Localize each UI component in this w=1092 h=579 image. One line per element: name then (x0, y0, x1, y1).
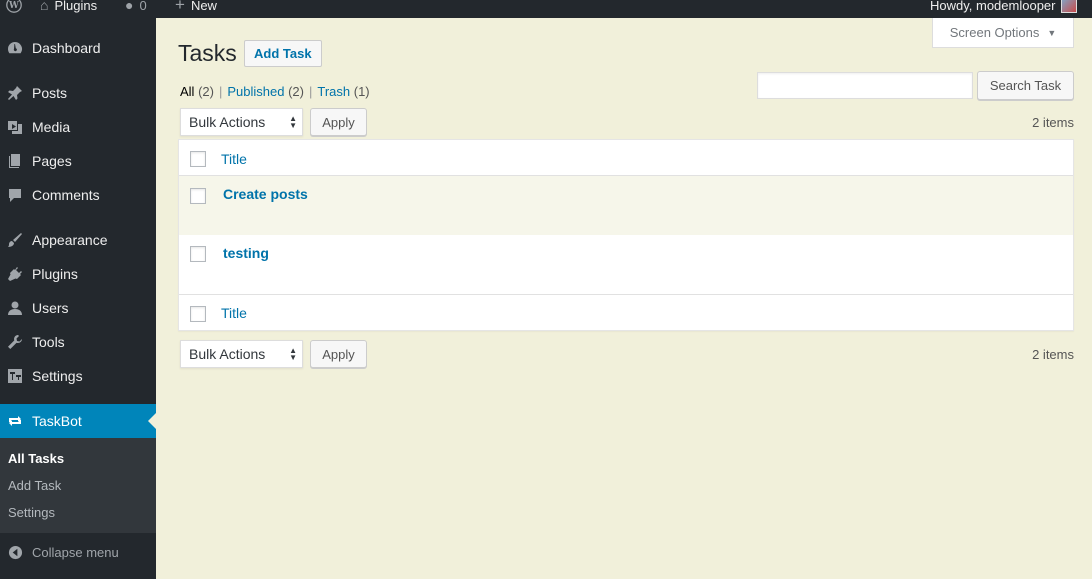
adminbar-comments-count: 0 (139, 0, 147, 13)
sidebar-item-posts[interactable]: Posts (0, 76, 156, 110)
collapse-menu-button[interactable]: Collapse menu (0, 536, 156, 568)
sidebar-item-media[interactable]: Media (0, 110, 156, 144)
sidebar-item-label: Settings (32, 368, 83, 384)
adminbar-greeting: Howdy, modemlooper (930, 0, 1056, 13)
sidebar-item-pages[interactable]: Pages (0, 144, 156, 178)
bulk-actions-label: Bulk Actions (189, 114, 266, 130)
screen-options-label: Screen Options (949, 25, 1040, 40)
sidebar-item-taskbot[interactable]: TaskBot (0, 404, 156, 438)
tasks-table: Title Create posts testing Title (178, 139, 1074, 331)
sidebar-item-label: Posts (32, 85, 68, 101)
apply-button-top[interactable]: Apply (310, 108, 367, 136)
add-task-button[interactable]: Add Task (244, 40, 322, 67)
select-arrows-icon: ▲ ▼ (289, 114, 297, 130)
wrench-icon (5, 334, 25, 350)
view-trash-link[interactable]: Trash (1) (317, 84, 369, 99)
sidebar-item-label: Tools (32, 334, 65, 350)
row-checkbox[interactable] (190, 246, 206, 262)
sidebar-item-appearance[interactable]: Appearance (0, 223, 156, 257)
adminbar-account[interactable]: Howdy, modemlooper (930, 0, 1078, 14)
select-arrows-icon: ▲ ▼ (289, 346, 297, 362)
view-all-label: All (180, 84, 195, 99)
svg-text:W: W (8, 1, 19, 11)
sidebar-item-label: Comments (32, 187, 100, 203)
view-published-count: (2) (288, 84, 304, 99)
table-footer-row: Title (179, 295, 1073, 331)
home-icon: ⌂ (40, 0, 49, 13)
search-input[interactable] (757, 72, 973, 99)
select-all-checkbox-footer[interactable] (190, 306, 206, 322)
admin-bar: W ⌂ Plugins ● 0 + New Howdy, modemlooper (0, 0, 1092, 18)
row-title-link[interactable]: Create posts (223, 186, 308, 202)
dashboard-icon (5, 40, 25, 56)
sidebar-item-dashboard[interactable]: Dashboard (0, 31, 156, 65)
search-task-button[interactable]: Search Task (977, 71, 1074, 100)
pin-icon (5, 85, 25, 101)
row-checkbox[interactable] (190, 188, 206, 204)
view-trash-count: (1) (353, 84, 370, 99)
sidebar-item-label: Pages (32, 153, 72, 169)
brush-icon (5, 232, 25, 248)
submenu-settings[interactable]: Settings (8, 505, 55, 520)
table-header-row: Title (179, 140, 1073, 176)
items-count-bottom: 2 items (1032, 347, 1074, 362)
wordpress-logo-icon[interactable]: W (6, 0, 22, 14)
sidebar-item-settings[interactable]: Settings (0, 359, 156, 393)
submenu-add-task[interactable]: Add Task (8, 478, 61, 493)
sidebar-item-users[interactable]: Users (0, 291, 156, 325)
avatar (1061, 0, 1078, 13)
bulk-actions-select-top[interactable]: Bulk Actions ▲ ▼ (180, 108, 303, 136)
view-filters: All (2) | Published (2) | Trash (1) (180, 84, 370, 99)
separator: | (308, 84, 313, 99)
apply-button-bottom[interactable]: Apply (310, 340, 367, 368)
separator: | (218, 84, 223, 99)
admin-sidebar: Dashboard Posts Media Pages Comments App… (0, 18, 156, 579)
media-icon (5, 119, 25, 135)
caret-down-icon: ▼ (1047, 27, 1057, 38)
sidebar-item-label: Plugins (32, 266, 78, 282)
view-published-link[interactable]: Published (2) (227, 84, 304, 99)
comment-icon (5, 187, 25, 203)
adminbar-plugins-label: Plugins (54, 0, 98, 13)
pages-icon (5, 153, 25, 169)
view-trash-label: Trash (317, 84, 351, 99)
taskbot-submenu: All Tasks Add Task Settings (0, 438, 156, 533)
sidebar-item-label: Appearance (32, 232, 108, 248)
table-row: Create posts (179, 176, 1073, 235)
sidebar-item-comments[interactable]: Comments (0, 178, 156, 212)
sidebar-item-plugins[interactable]: Plugins (0, 257, 156, 291)
settings-icon (5, 368, 25, 384)
adminbar-comments-link[interactable]: ● 0 (125, 0, 147, 14)
adminbar-new-label: New (190, 0, 217, 13)
view-published-label: Published (227, 84, 285, 99)
column-title-sort-footer[interactable]: Title (221, 305, 247, 321)
sidebar-item-label: Users (32, 300, 69, 316)
view-all-count: (2) (198, 84, 214, 99)
repeat-icon (5, 413, 25, 429)
sidebar-item-label: Dashboard (32, 40, 101, 56)
sidebar-item-tools[interactable]: Tools (0, 325, 156, 359)
screen-options-button[interactable]: Screen Options ▼ (932, 18, 1074, 48)
adminbar-plugins-link[interactable]: ⌂ Plugins (40, 0, 97, 14)
bulk-actions-select-bottom[interactable]: Bulk Actions ▲ ▼ (180, 340, 303, 368)
page-title: Tasks (178, 40, 237, 66)
row-title-link[interactable]: testing (223, 245, 269, 261)
items-count-top: 2 items (1032, 115, 1074, 130)
plugin-icon (5, 266, 25, 282)
table-row: testing (179, 235, 1073, 295)
collapse-icon (5, 545, 25, 560)
view-all-link[interactable]: All (2) (180, 84, 214, 99)
plus-icon: + (175, 0, 185, 14)
comment-icon: ● (125, 0, 134, 13)
bulk-actions-label: Bulk Actions (189, 346, 266, 362)
submenu-all-tasks[interactable]: All Tasks (8, 451, 64, 466)
column-title-sort[interactable]: Title (221, 151, 247, 167)
user-icon (5, 300, 25, 316)
sidebar-item-label: TaskBot (32, 413, 82, 429)
select-all-checkbox[interactable] (190, 151, 206, 167)
main-content: Screen Options ▼ Tasks Add Task All (2) … (156, 18, 1092, 579)
adminbar-new-link[interactable]: + New (175, 0, 217, 14)
collapse-menu-label: Collapse menu (32, 544, 119, 560)
sidebar-item-label: Media (32, 119, 71, 135)
